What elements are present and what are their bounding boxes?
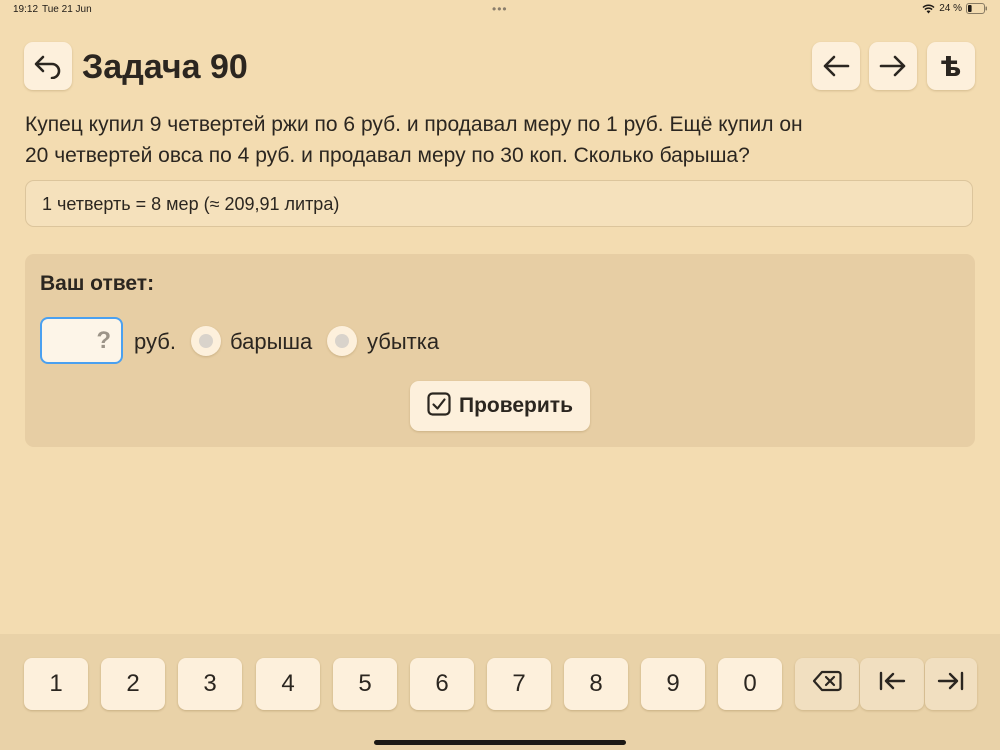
backspace-key[interactable] — [795, 658, 859, 710]
check-button[interactable]: Проверить — [410, 381, 590, 431]
radio-dot — [335, 334, 349, 348]
answer-label: Ваш ответ: — [40, 272, 155, 295]
radio-label-loss[interactable]: убытка — [367, 329, 439, 355]
problem-line-1: Купец купил 9 четвертей ржи по 6 руб. и … — [25, 113, 803, 136]
undo-arrow-icon — [33, 53, 63, 79]
multitasking-dots[interactable]: ••• — [492, 2, 508, 16]
key-0[interactable]: 0 — [718, 658, 782, 710]
key-7[interactable]: 7 — [487, 658, 551, 710]
hint-text: 1 четверть = 8 мер (≈ 209,91 литра) — [42, 194, 340, 214]
previous-task-button[interactable] — [812, 42, 860, 90]
key-9[interactable]: 9 — [641, 658, 705, 710]
answer-panel: Ваш ответ: руб. барыша убытка Проверить — [25, 254, 975, 447]
status-right: 24 % — [922, 3, 988, 14]
radio-loss[interactable] — [327, 326, 357, 356]
problem-line-2: 20 четвертей овса по 4 руб. и продавал м… — [25, 144, 750, 167]
yat-glyph: ѣ — [940, 49, 962, 83]
next-task-button[interactable] — [869, 42, 917, 90]
status-date: Tue 21 Jun — [42, 4, 92, 15]
check-label: Проверить — [459, 394, 573, 417]
key-8[interactable]: 8 — [564, 658, 628, 710]
problem-statement: Купец купил 9 четвертей ржи по 6 руб. и … — [25, 109, 975, 171]
back-button[interactable] — [24, 42, 72, 90]
radio-dot — [199, 334, 213, 348]
old-orthography-button[interactable]: ѣ — [927, 42, 975, 90]
status-bar: 19:12 Tue 21 Jun ••• 24 % — [0, 0, 1000, 18]
page-title: Задача 90 — [82, 48, 248, 86]
battery-percent: 24 % — [939, 3, 962, 14]
key-5[interactable]: 5 — [333, 658, 397, 710]
key-6[interactable]: 6 — [410, 658, 474, 710]
answer-input[interactable] — [40, 317, 123, 364]
previous-field-key[interactable] — [860, 658, 924, 710]
battery-icon — [966, 3, 988, 14]
key-2[interactable]: 2 — [101, 658, 165, 710]
arrow-right-icon — [879, 55, 907, 77]
status-time: 19:12 — [13, 4, 39, 15]
next-field-key[interactable] — [925, 658, 977, 710]
radio-label-profit[interactable]: барыша — [230, 329, 312, 355]
radio-profit[interactable] — [191, 326, 221, 356]
backspace-icon — [812, 669, 842, 700]
checkbox-check-icon — [427, 391, 451, 421]
hint-box: 1 четверть = 8 мер (≈ 209,91 литра) — [25, 180, 973, 227]
key-1[interactable]: 1 — [24, 658, 88, 710]
home-indicator[interactable] — [374, 740, 626, 745]
wifi-icon — [922, 3, 935, 14]
tab-left-icon — [878, 670, 906, 699]
key-3[interactable]: 3 — [178, 658, 242, 710]
arrow-left-icon — [822, 55, 850, 77]
unit-label: руб. — [134, 329, 176, 354]
numeric-keypad: 1 2 3 4 5 6 7 8 9 0 — [0, 634, 1000, 750]
tab-right-icon — [937, 670, 965, 699]
key-4[interactable]: 4 — [256, 658, 320, 710]
